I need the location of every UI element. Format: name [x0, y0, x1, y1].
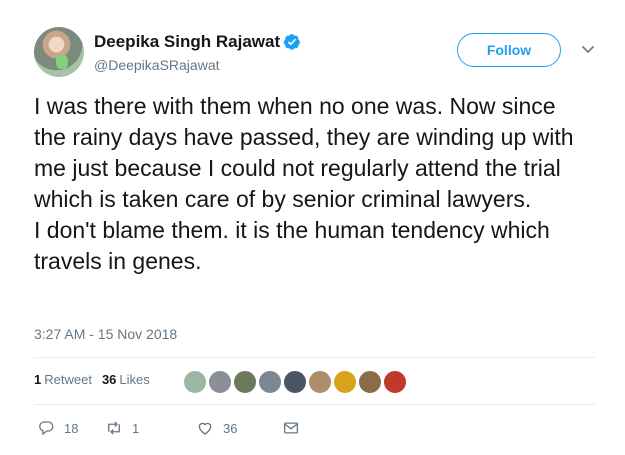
follow-button[interactable]: Follow: [457, 33, 561, 67]
likes-label: Likes: [119, 372, 150, 387]
like-count: 36: [223, 420, 238, 436]
envelope-icon: [283, 422, 299, 434]
retweet-icon: [108, 421, 120, 435]
retweet-count: 1: [132, 420, 140, 436]
liker-avatar[interactable]: [308, 370, 332, 394]
liker-avatar[interactable]: [358, 370, 382, 394]
liker-avatar[interactable]: [208, 370, 232, 394]
verified-badge-icon: [283, 34, 301, 50]
divider: [34, 404, 595, 405]
author-display-name[interactable]: Deepika Singh Rajawat: [94, 32, 280, 52]
retweet-button[interactable]: 1: [105, 419, 196, 437]
tweet-text: I was there with them when no one was. N…: [34, 93, 574, 274]
liker-avatar[interactable]: [333, 370, 357, 394]
likes-count: 36: [101, 372, 117, 387]
tweet-header: Deepika Singh Rajawat @DeepikaSRajawat F…: [34, 27, 604, 79]
reply-count: 18: [64, 420, 79, 436]
liker-avatar[interactable]: [383, 370, 407, 394]
liker-avatar[interactable]: [258, 370, 282, 394]
liker-avatar[interactable]: [283, 370, 307, 394]
liker-avatar[interactable]: [183, 370, 207, 394]
reply-button[interactable]: 18: [37, 419, 105, 437]
tweet-stats: 1 Retweet 36 Likes: [34, 372, 160, 387]
author-avatar[interactable]: [34, 27, 84, 77]
author-handle[interactable]: @DeepikaSRajawat: [94, 56, 301, 74]
likes-stat[interactable]: 36 Likes: [102, 372, 150, 387]
retweets-stat[interactable]: 1 Retweet: [34, 372, 92, 387]
liker-avatars: [183, 370, 408, 394]
direct-message-button[interactable]: [282, 419, 300, 437]
chevron-down-icon[interactable]: [580, 41, 596, 57]
retweets-label: Retweet: [44, 372, 92, 387]
like-button[interactable]: 36: [196, 419, 282, 437]
tweet-timestamp[interactable]: 3:27 AM - 15 Nov 2018: [34, 326, 177, 342]
tweet-actions: 18 1 36: [37, 419, 300, 437]
retweets-count: 1: [34, 372, 42, 387]
liker-avatar[interactable]: [233, 370, 257, 394]
author-name-block[interactable]: Deepika Singh Rajawat @DeepikaSRajawat: [94, 32, 301, 74]
reply-icon: [39, 421, 54, 436]
heart-icon: [198, 422, 212, 435]
divider: [34, 357, 595, 358]
